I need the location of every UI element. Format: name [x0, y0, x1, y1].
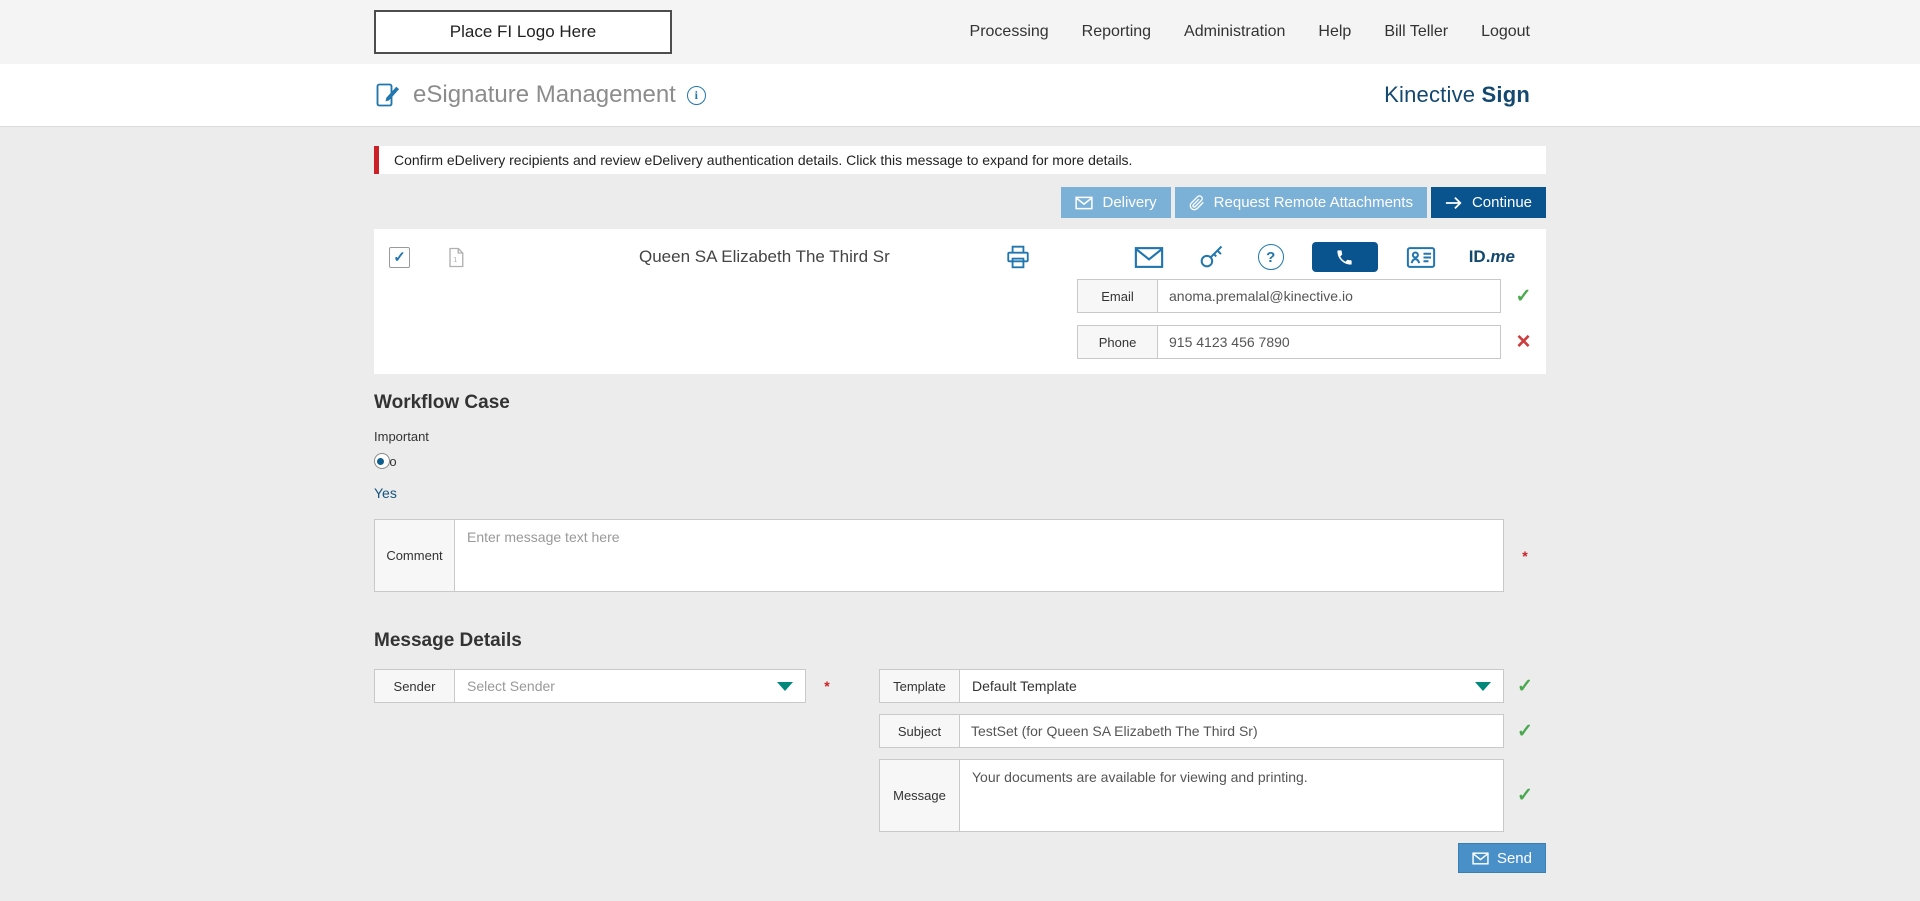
sender-placeholder: Select Sender: [467, 678, 555, 694]
security-question-auth-icon[interactable]: ?: [1257, 244, 1284, 270]
important-option-yes[interactable]: Yes: [374, 485, 414, 501]
radio-icon: [374, 453, 390, 469]
request-remote-attachments-button[interactable]: Request Remote Attachments: [1174, 187, 1427, 218]
message-column: Template Default Template ✓ Subject ✓ Me…: [879, 669, 1546, 873]
recipient-contact-fields: Email ✓ Phone ×: [1077, 279, 1546, 359]
delivery-button-label: Delivery: [1102, 194, 1157, 211]
important-field-label: Important: [374, 429, 429, 444]
subject-input[interactable]: [959, 714, 1504, 748]
workflow-case-heading: Workflow Case: [374, 392, 510, 413]
subject-row: Subject ✓: [879, 714, 1546, 748]
delivery-button[interactable]: Delivery: [1061, 187, 1171, 218]
template-valid-check-icon: ✓: [1517, 675, 1533, 697]
main-content: Confirm eDelivery recipients and review …: [374, 146, 1546, 873]
comment-required-marker: *: [1522, 547, 1528, 564]
comment-row: Comment *: [374, 519, 1546, 592]
key-auth-icon[interactable]: [1197, 243, 1225, 271]
id-card-auth-icon[interactable]: [1406, 246, 1436, 269]
template-label: Template: [879, 669, 960, 703]
brand-bold: Sign: [1481, 82, 1530, 107]
svg-text:1: 1: [453, 255, 457, 264]
continue-button[interactable]: Continue: [1430, 187, 1546, 218]
sub-header: eSignature Management i Kinective Sign: [0, 64, 1920, 127]
message-row: Message Your documents are available for…: [879, 759, 1546, 832]
message-details-section: Sender Select Sender * Template Default …: [374, 669, 1546, 873]
message-label: Message: [879, 759, 960, 832]
phone-invalid-x-icon: ×: [1516, 328, 1531, 355]
idme-prefix: ID.: [1468, 247, 1491, 266]
phone-input[interactable]: [1157, 325, 1501, 359]
message-textarea[interactable]: Your documents are available for viewing…: [959, 759, 1504, 832]
template-row: Template Default Template ✓: [879, 669, 1546, 703]
send-button-label: Send: [1496, 849, 1532, 867]
idme-suffix: me: [1490, 247, 1515, 266]
email-label: Email: [1077, 279, 1158, 313]
top-navigation: Processing Reporting Administration Help…: [970, 23, 1530, 41]
fi-logo-placeholder: Place FI Logo Here: [374, 10, 672, 54]
nav-administration[interactable]: Administration: [1184, 23, 1285, 41]
subject-valid-check-icon: ✓: [1517, 720, 1533, 742]
recipient-name: Queen SA Elizabeth The Third Sr: [639, 247, 890, 266]
sender-row: Sender Select Sender *: [374, 669, 848, 703]
send-button[interactable]: Send: [1457, 843, 1546, 873]
authentication-options: ? ID.me: [1134, 242, 1515, 272]
chevron-down-icon: [777, 682, 793, 691]
email-auth-icon[interactable]: [1134, 246, 1164, 269]
top-bar: Place FI Logo Here Processing Reporting …: [0, 0, 1920, 64]
template-dropdown[interactable]: Default Template: [959, 669, 1504, 703]
recipient-card: ✓ 1 Queen SA Elizabeth The Third Sr ? ID…: [374, 229, 1546, 374]
kinective-sign-logo: Kinective Sign: [1384, 82, 1530, 108]
nav-reporting[interactable]: Reporting: [1082, 23, 1151, 41]
sender-column: Sender Select Sender *: [374, 669, 848, 703]
envelope-icon: [1075, 196, 1094, 210]
sender-required-marker: *: [824, 678, 830, 694]
continue-button-label: Continue: [1471, 194, 1532, 211]
subject-label: Subject: [879, 714, 960, 748]
esignature-document-icon: [374, 81, 402, 109]
chevron-down-icon: [1475, 682, 1491, 691]
arrow-right-icon: [1445, 196, 1463, 210]
nav-help[interactable]: Help: [1318, 23, 1351, 41]
printer-icon[interactable]: [1005, 244, 1031, 270]
info-icon[interactable]: i: [686, 85, 706, 105]
send-row: Send: [879, 843, 1546, 873]
email-row: Email ✓: [1077, 279, 1546, 313]
action-buttons-row: Delivery Request Remote Attachments Cont…: [374, 187, 1546, 218]
comment-textarea[interactable]: [454, 519, 1504, 592]
important-option-no[interactable]: No: [374, 453, 434, 469]
phone-label: Phone: [1077, 325, 1158, 359]
paperclip-icon: [1189, 194, 1205, 211]
page-title: eSignature Management: [413, 81, 676, 108]
message-valid-check-icon: ✓: [1517, 785, 1533, 806]
email-input[interactable]: [1157, 279, 1501, 313]
phone-row: Phone ×: [1077, 325, 1546, 359]
comment-label: Comment: [374, 519, 455, 592]
idme-auth-logo[interactable]: ID.me: [1469, 247, 1515, 267]
phone-auth-icon-selected[interactable]: [1311, 242, 1378, 272]
question-mark-icon: ?: [1257, 244, 1284, 270]
message-details-heading: Message Details: [374, 630, 522, 651]
recipient-checkbox[interactable]: ✓: [389, 246, 410, 268]
sender-label: Sender: [374, 669, 455, 703]
request-remote-attachments-label: Request Remote Attachments: [1213, 194, 1413, 211]
email-valid-check-icon: ✓: [1515, 285, 1532, 307]
nav-processing[interactable]: Processing: [970, 23, 1049, 41]
template-value: Default Template: [972, 678, 1077, 694]
brand-regular: Kinective: [1384, 82, 1476, 107]
nav-user-bill-teller[interactable]: Bill Teller: [1384, 23, 1448, 41]
sender-dropdown[interactable]: Select Sender: [454, 669, 806, 703]
edelivery-alert-banner[interactable]: Confirm eDelivery recipients and review …: [374, 146, 1546, 174]
radio-dot: [377, 458, 384, 465]
document-page-icon[interactable]: 1: [447, 247, 465, 268]
nav-logout[interactable]: Logout: [1481, 23, 1530, 41]
send-envelope-icon: [1472, 851, 1489, 865]
